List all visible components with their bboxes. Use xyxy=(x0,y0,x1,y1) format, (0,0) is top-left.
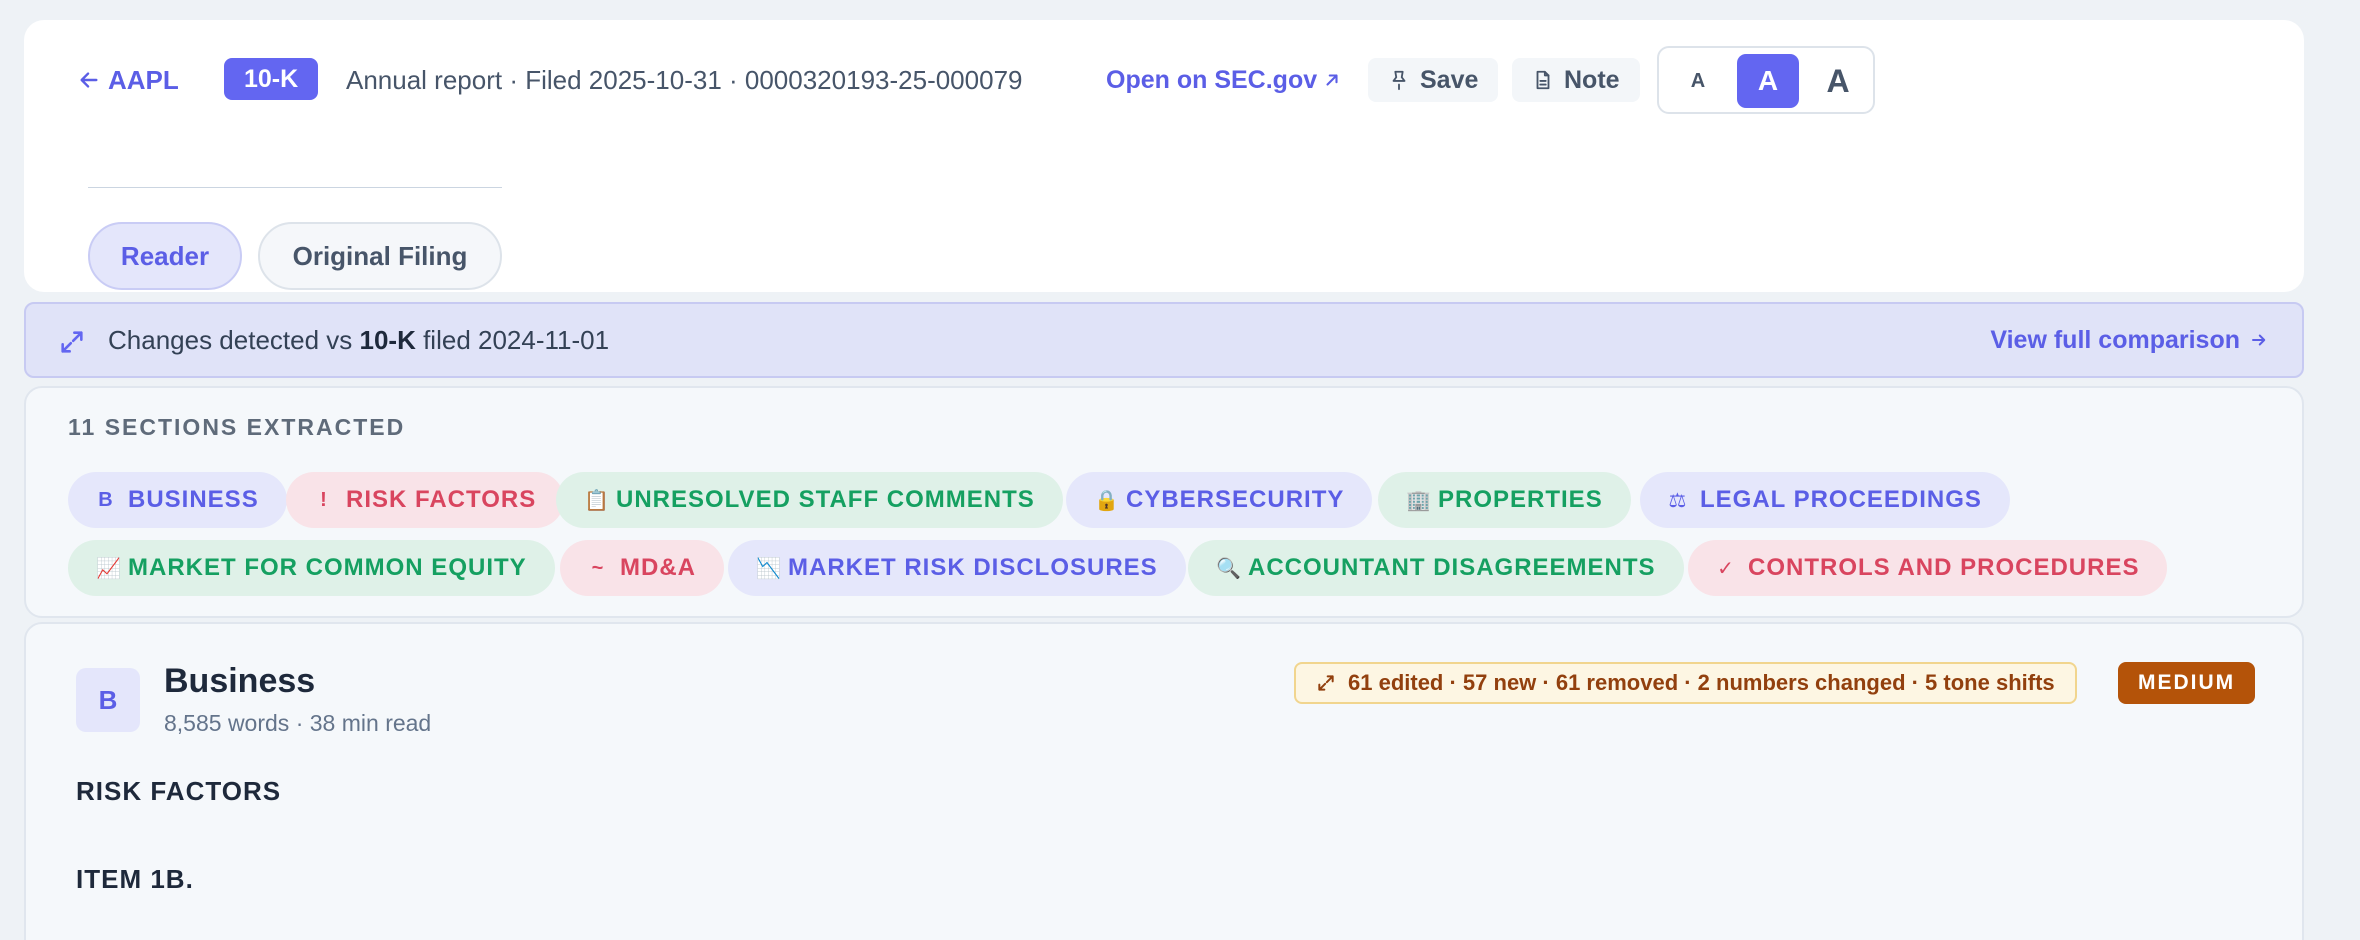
section-chip-unresolved-staff-comments[interactable]: 📋 UNRESOLVED STAFF COMMENTS xyxy=(556,472,1063,528)
section-chip-label: RISK FACTORS xyxy=(346,486,537,513)
pin-icon xyxy=(1392,70,1406,91)
magnifier-icon: 🔍 xyxy=(1216,557,1242,580)
save-button[interactable]: Save xyxy=(1368,58,1499,102)
chart-down-icon: 📉 xyxy=(756,557,782,580)
back-link[interactable]: AAPL xyxy=(78,60,179,100)
section-chip-label: BUSINESS xyxy=(128,486,259,513)
document-heading: ITEM 1B. xyxy=(76,864,194,894)
font-size-large-button[interactable]: A xyxy=(1807,54,1869,108)
form-type-badge: 10-K xyxy=(224,58,319,100)
section-chip-label: ACCOUNTANT DISAGREEMENTS xyxy=(1248,554,1656,581)
section-chip-market-for-common-equity[interactable]: 📈 MARKET FOR COMMON EQUITY xyxy=(68,540,555,596)
save-button-label: Save xyxy=(1420,65,1479,94)
section-chip-label: PROPERTIES xyxy=(1438,486,1603,513)
view-comparison-link[interactable]: View full comparison xyxy=(1990,304,2268,376)
font-size-selector: A A A xyxy=(1657,46,1875,114)
read-time: 38 min read xyxy=(309,710,432,736)
diff-summary-badge[interactable]: 61 edited · 57 new · 61 removed · 2 numb… xyxy=(1294,662,2077,704)
change-suffix: filed 2024-11-01 xyxy=(415,324,610,355)
font-size-small-button[interactable]: A xyxy=(1667,54,1729,108)
open-sec-link-label: Open on SEC.gov xyxy=(1106,65,1318,94)
lock-icon: 🔒 xyxy=(1094,489,1120,512)
clipboard-icon: 📋 xyxy=(584,489,610,512)
expand-icon xyxy=(61,331,83,353)
building-icon: 🏢 xyxy=(1406,489,1432,512)
section-chip-label: CONTROLS AND PROCEDURES xyxy=(1748,554,2140,581)
arrow-left-icon xyxy=(80,72,98,88)
section-chip-mda[interactable]: ~ MD&A xyxy=(560,540,724,596)
section-chip-label: MARKET RISK DISCLOSURES xyxy=(788,554,1158,581)
section-title: Business xyxy=(164,662,316,700)
filing-header: AAPL 10-K Annual report · Filed 2025-10-… xyxy=(24,20,2304,292)
back-link-label: AAPL xyxy=(108,64,179,95)
word-count: 8,585 words xyxy=(164,710,290,736)
section-chip-label: MARKET FOR COMMON EQUITY xyxy=(128,554,527,581)
business-icon: B xyxy=(98,488,114,511)
check-icon: ✓ xyxy=(1717,557,1735,580)
tabs-divider xyxy=(88,187,502,188)
document-icon xyxy=(1536,70,1550,90)
change-banner: Changes detected vs 10-K filed 2024-11-0… xyxy=(24,302,2304,378)
section-chip-business[interactable]: B BUSINESS xyxy=(68,472,287,528)
document-heading: RISK FACTORS xyxy=(76,776,282,806)
diff-summary-text: 61 edited · 57 new · 61 removed · 2 numb… xyxy=(1348,670,2055,695)
note-button-label: Note xyxy=(1564,65,1620,94)
section-chip-label: CYBERSECURITY xyxy=(1126,486,1345,513)
sections-panel: 11 SECTIONS EXTRACTED B BUSINESS ! RISK … xyxy=(24,386,2304,618)
section-chip-label: UNRESOLVED STAFF COMMENTS xyxy=(616,486,1035,513)
business-section: B Business 8,585 words · 38 min read 61 … xyxy=(24,622,2304,940)
tab-original-filing[interactable]: Original Filing xyxy=(258,222,502,290)
change-form-type: 10-K xyxy=(359,324,416,355)
section-chip-properties[interactable]: 🏢 PROPERTIES xyxy=(1378,472,1631,528)
external-link-icon xyxy=(1326,74,1338,86)
sections-title: 11 SECTIONS EXTRACTED xyxy=(68,414,406,440)
chart-up-icon: 📈 xyxy=(96,557,122,580)
alert-icon: ! xyxy=(320,488,328,511)
change-prefix: Changes detected vs xyxy=(108,324,360,355)
section-chip-label: LEGAL PROCEEDINGS xyxy=(1700,486,1982,513)
font-size-medium-button[interactable]: A xyxy=(1737,54,1799,108)
note-button[interactable]: Note xyxy=(1512,58,1640,102)
section-chip-market-risk-disclosures[interactable]: 📉 MARKET RISK DISCLOSURES xyxy=(728,540,1186,596)
section-chip-cybersecurity[interactable]: 🔒 CYBERSECURITY xyxy=(1066,472,1373,528)
expand-icon xyxy=(1318,675,1334,691)
open-sec-link[interactable]: Open on SEC.gov xyxy=(1106,60,1341,100)
severity-badge: MEDIUM xyxy=(2118,662,2256,704)
tab-reader[interactable]: Reader xyxy=(88,222,242,290)
section-chip-legal-proceedings[interactable]: ⚖ LEGAL PROCEEDINGS xyxy=(1640,472,2010,528)
view-comparison-label: View full comparison xyxy=(1990,325,2240,354)
change-description: Changes detected vs 10-K filed 2024-11-0… xyxy=(108,304,609,376)
section-chip-accountant-disagreements[interactable]: 🔍 ACCOUNTANT DISAGREEMENTS xyxy=(1188,540,1684,596)
section-chip-risk-factors[interactable]: ! RISK FACTORS xyxy=(286,472,565,528)
tilde-icon: ~ xyxy=(591,556,605,579)
section-chip-label: MD&A xyxy=(620,554,696,581)
section-letter-badge: B xyxy=(76,668,140,732)
scales-icon: ⚖ xyxy=(1668,489,1688,512)
arrow-right-icon xyxy=(2252,334,2266,346)
section-chip-controls-and-procedures[interactable]: ✓ CONTROLS AND PROCEDURES xyxy=(1688,540,2168,596)
filing-meta: Annual report · Filed 2025-10-31 · 00003… xyxy=(346,64,1023,95)
section-meta: 8,585 words · 38 min read xyxy=(164,710,432,736)
